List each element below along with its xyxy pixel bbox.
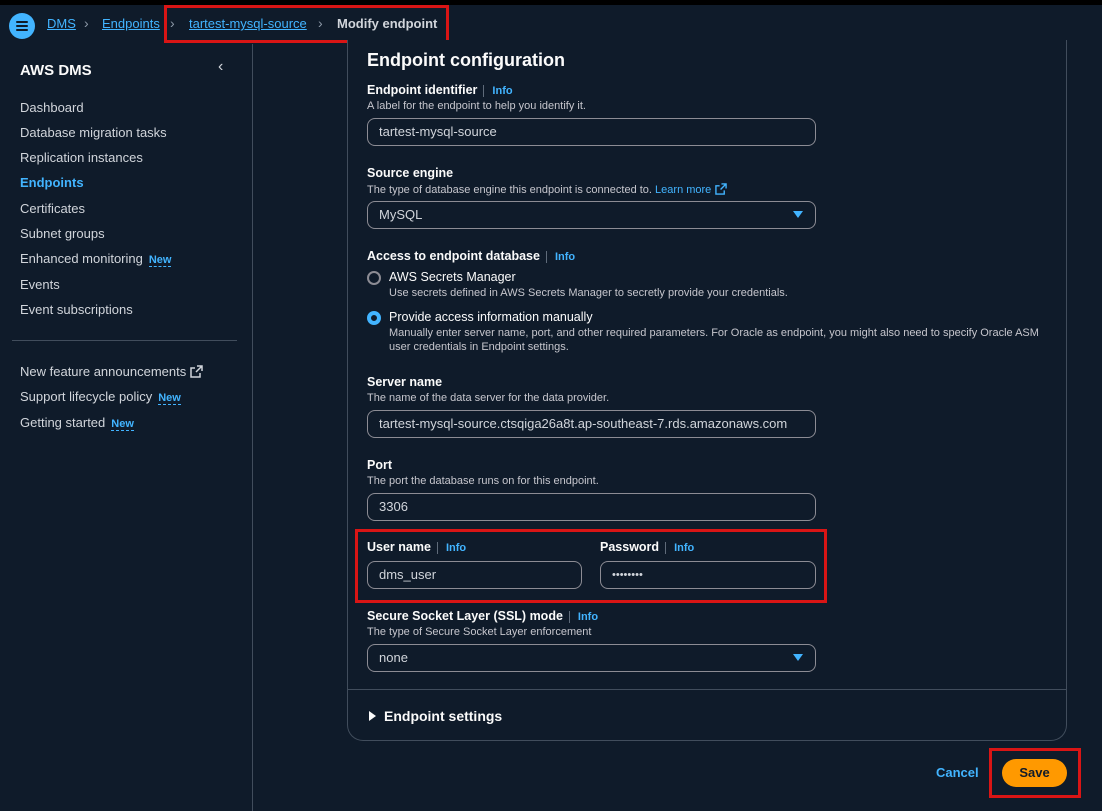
menu-icon[interactable] [9,13,35,39]
collapse-sidebar-icon[interactable]: ‹ [218,58,223,76]
caret-right-icon [369,711,376,721]
external-link-icon [715,183,728,198]
server-name-input[interactable]: tartest-mysql-source.ctsqiga26a8t.ap-sou… [367,410,816,438]
sidebar-item-enhanced-monitoring[interactable]: Enhanced monitoring New [20,251,172,267]
radio-secrets-manager-description: Use secrets defined in AWS Secrets Manag… [389,287,788,299]
sidebar-title: AWS DMS [20,62,92,79]
endpoint-identifier-description: A label for the endpoint to help you ide… [367,100,586,112]
external-link-icon [190,365,203,381]
new-badge: New [111,418,134,431]
sidebar-item-certificates[interactable]: Certificates [20,201,85,216]
sidebar-item-support-lifecycle-policy[interactable]: Support lifecycle policy New [20,389,181,405]
info-link[interactable]: Info [483,85,513,97]
learn-more-link[interactable]: Learn more [655,184,711,196]
save-button[interactable]: Save [1002,759,1067,787]
port-label: Port [367,458,392,472]
top-navigation-bar: DMS › Endpoints › tartest-mysql-source ›… [0,0,1102,44]
chevron-right-icon: › [170,15,175,31]
sidebar-item-event-subscriptions[interactable]: Event subscriptions [20,302,133,317]
ssl-mode-select[interactable]: none [367,644,816,672]
sidebar-item-subnet-groups[interactable]: Subnet groups [20,226,105,241]
breadcrumb-endpoint-name[interactable]: tartest-mysql-source [189,16,307,31]
source-engine-description: The type of database engine this endpoin… [367,183,728,198]
radio-manual-access-description: Manually enter server name, port, and ot… [389,327,1039,353]
breadcrumb-dms[interactable]: DMS [47,16,76,31]
username-input[interactable]: dms_user [367,561,582,589]
source-engine-label: Source engine [367,166,454,180]
server-name-description: The name of the data server for the data… [367,392,610,404]
panel-divider [348,689,1066,690]
ssl-mode-description: The type of Secure Socket Layer enforcem… [367,626,592,638]
endpoint-identifier-input[interactable]: tartest-mysql-source [367,118,816,146]
caret-down-icon [793,654,803,661]
sidebar-divider [12,340,237,341]
radio-secrets-manager[interactable] [367,271,381,285]
sidebar-item-replication-instances[interactable]: Replication instances [20,150,143,165]
chevron-right-icon: › [318,15,323,31]
sidebar-item-new-feature-announcements[interactable]: New feature announcements [20,364,203,381]
sidebar: AWS DMS ‹ Dashboard Database migration t… [0,44,253,811]
port-description: The port the database runs on for this e… [367,475,599,487]
breadcrumb-endpoints[interactable]: Endpoints [102,16,160,31]
caret-down-icon [793,211,803,218]
radio-manual-access-label: Provide access information manually [389,310,593,324]
username-label: User name Info [367,540,467,554]
sidebar-item-getting-started[interactable]: Getting started New [20,415,134,431]
radio-secrets-manager-label: AWS Secrets Manager [389,270,516,284]
info-link[interactable]: Info [665,542,695,554]
endpoint-identifier-label: Endpoint identifier Info [367,83,513,97]
sidebar-item-label: Enhanced monitoring [20,251,143,266]
sidebar-item-label: Support lifecycle policy [20,389,153,404]
chevron-right-icon: › [84,15,89,31]
sidebar-item-endpoints[interactable]: Endpoints [20,175,84,190]
password-label: Password Info [600,540,695,554]
source-engine-value: MySQL [379,207,423,222]
server-name-label: Server name [367,375,443,389]
ssl-mode-value: none [379,650,408,665]
info-link[interactable]: Info [568,611,599,623]
page-title: Endpoint configuration [367,50,565,70]
sidebar-item-label: Getting started [20,415,106,430]
sidebar-item-events[interactable]: Events [20,277,60,292]
ssl-mode-label: Secure Socket Layer (SSL) mode Info [367,609,599,623]
info-link[interactable]: Info [545,251,576,263]
source-engine-select[interactable]: MySQL [367,201,816,229]
access-label: Access to endpoint database Info [367,249,576,263]
sidebar-item-dashboard[interactable]: Dashboard [20,100,84,115]
sidebar-item-label: New feature announcements [20,364,187,379]
port-input[interactable]: 3306 [367,493,816,521]
sidebar-item-migration-tasks[interactable]: Database migration tasks [20,125,167,140]
radio-manual-access[interactable] [367,311,381,325]
new-badge: New [158,392,181,405]
breadcrumb-current: Modify endpoint [337,16,438,31]
info-link[interactable]: Info [436,542,467,554]
endpoint-settings-expander[interactable]: Endpoint settings [369,708,502,724]
password-input[interactable]: •••••••• [600,561,816,589]
endpoint-configuration-panel: Endpoint configuration Endpoint identifi… [347,40,1067,741]
new-badge: New [148,254,172,267]
cancel-button[interactable]: Cancel [936,765,979,780]
